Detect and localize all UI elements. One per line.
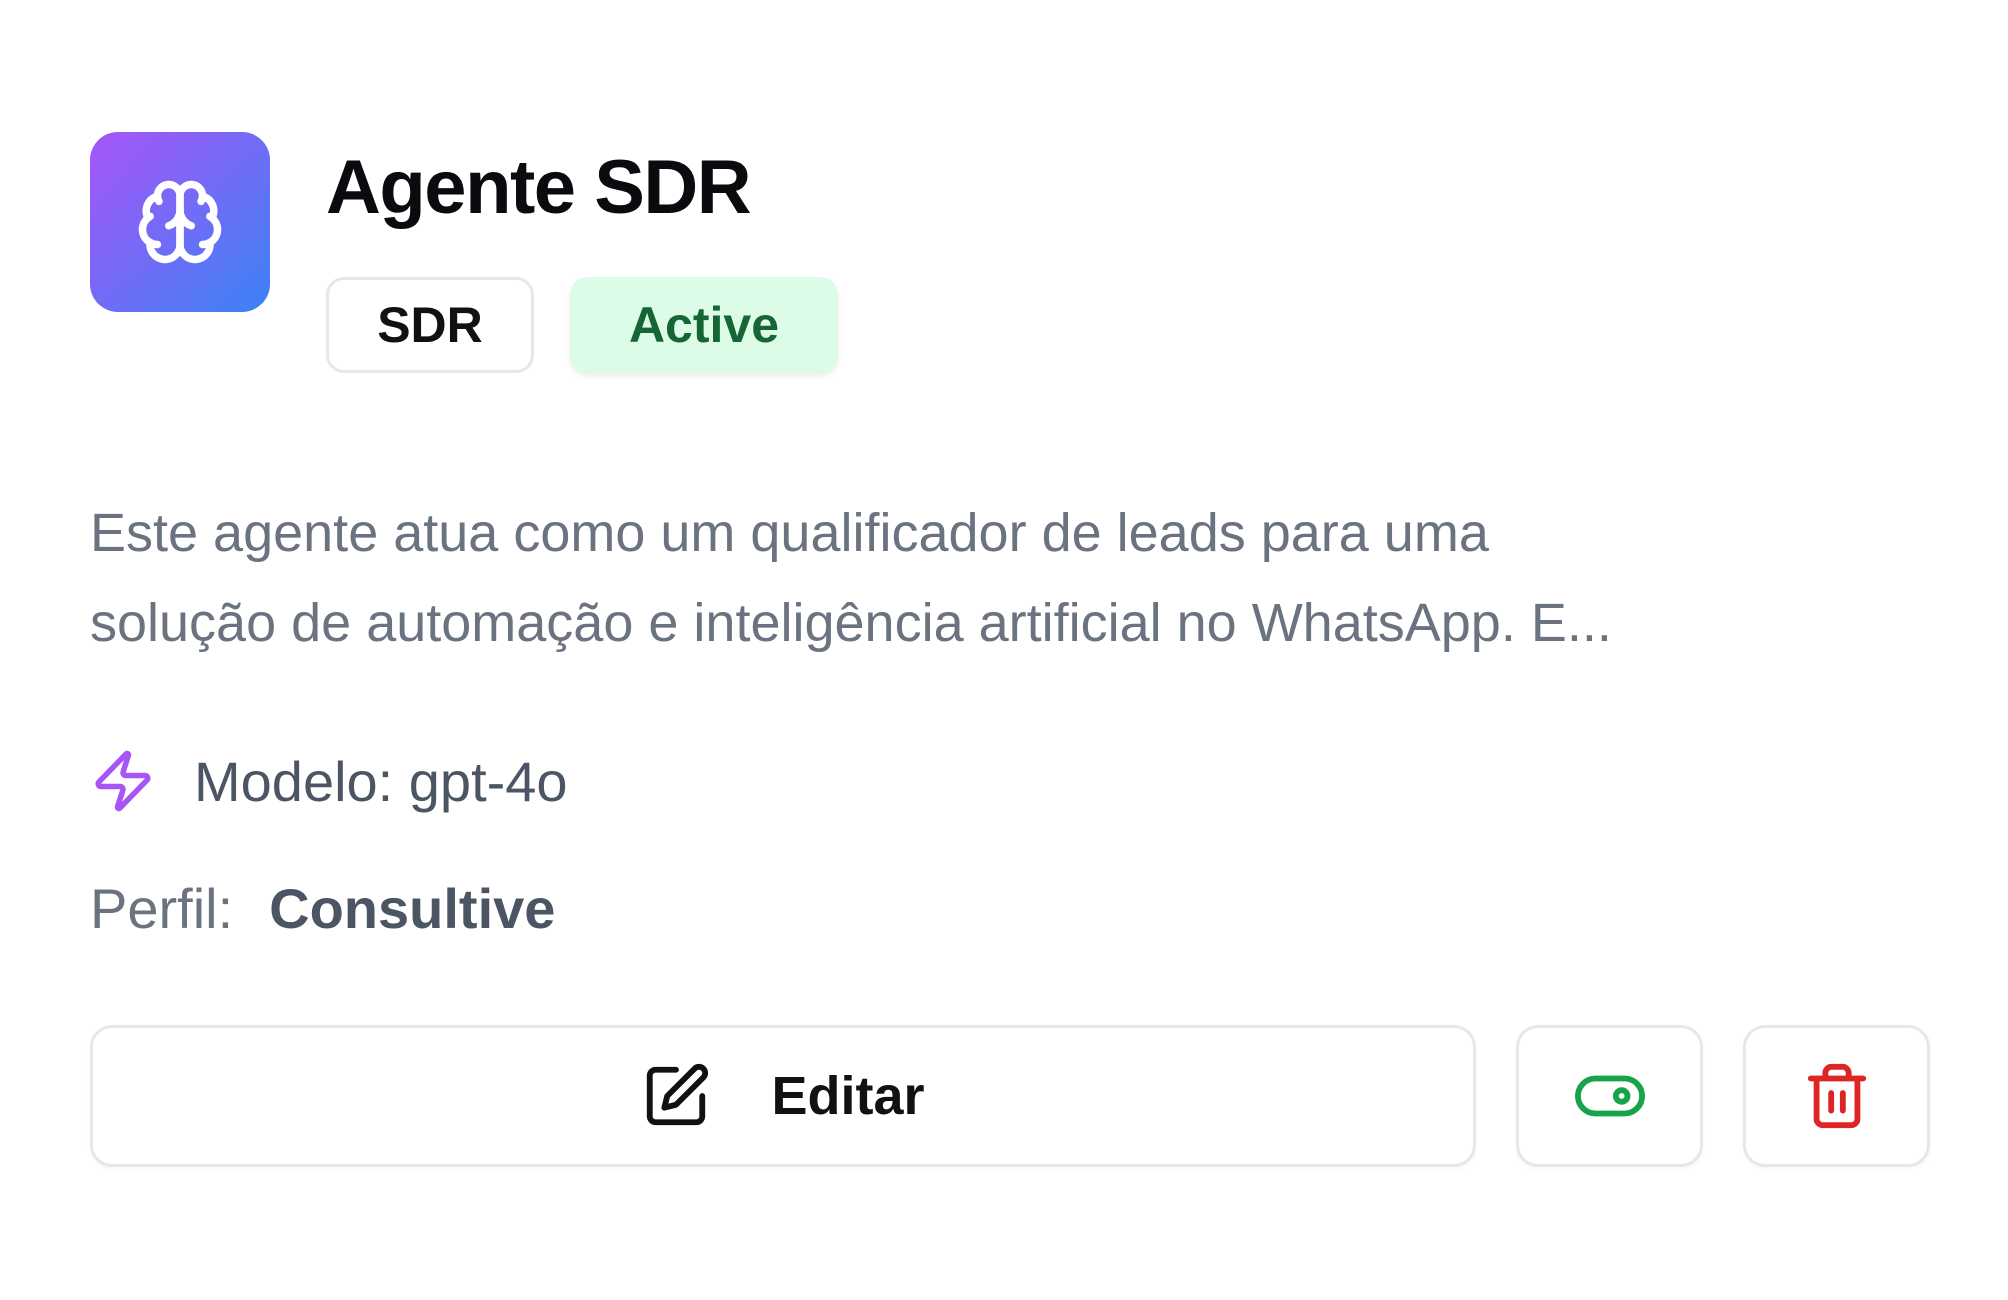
profile-info: Perfil: Consultive (90, 876, 555, 941)
edit-icon (647, 1064, 709, 1126)
model-label: Modelo: gpt-4o (194, 749, 568, 813)
agent-badges: SDR Active (326, 277, 838, 373)
description-line-2: solução de automação e inteligência arti… (90, 593, 1612, 653)
status-badge: Active (570, 277, 838, 373)
toggle-status-button[interactable] (1516, 1025, 1703, 1167)
profile-value: Consultive (269, 877, 556, 940)
description-line-1: Este agente atua como um qualificador de… (90, 503, 1489, 563)
trash-icon (1807, 1063, 1866, 1129)
brain-icon (138, 180, 222, 264)
agent-type-badge: SDR (326, 277, 534, 373)
zap-icon (95, 750, 151, 812)
agent-card: Agente SDR SDR Active Este agente atua c… (0, 0, 2008, 1300)
delete-button[interactable] (1743, 1025, 1930, 1167)
profile-label: Perfil: (90, 877, 234, 940)
agent-description: Este agente atua como um qualificador de… (90, 488, 1930, 668)
edit-button[interactable]: Editar (90, 1025, 1476, 1167)
toggle-icon (1574, 1075, 1645, 1117)
card-actions: Editar (90, 1025, 1930, 1167)
agent-name: Agente SDR (326, 145, 752, 230)
model-info: Modelo: gpt-4o (90, 748, 568, 814)
edit-button-label: Editar (771, 1066, 925, 1126)
agent-avatar (90, 132, 270, 312)
